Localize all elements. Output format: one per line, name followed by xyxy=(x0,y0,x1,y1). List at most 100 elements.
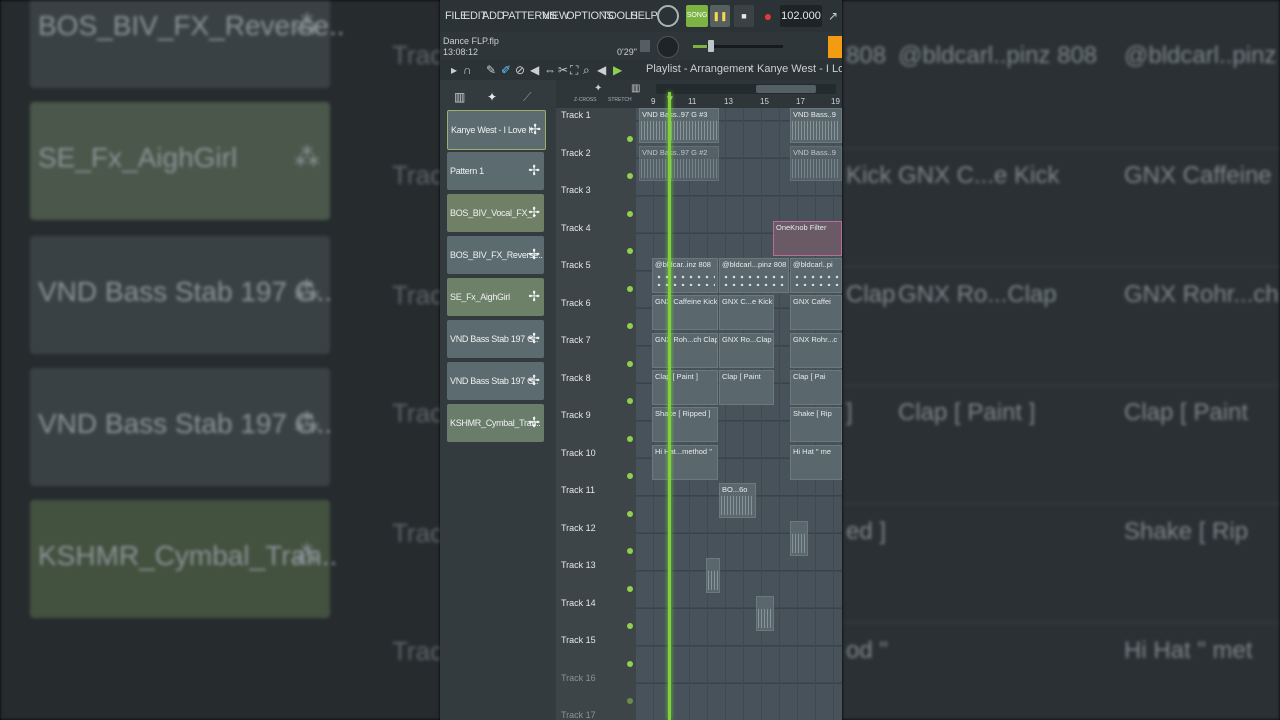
pattern-item[interactable]: BOS_BIV_FX_Reverse.. ✢ xyxy=(447,236,544,274)
pattern-clip[interactable]: Hi Hat " me xyxy=(790,445,842,480)
stop-icon[interactable]: ■ xyxy=(734,5,754,27)
record-icon[interactable]: ● xyxy=(758,5,778,27)
crumb-pattern[interactable]: Kanye West - I Love It xyxy=(757,63,842,75)
track-label[interactable]: Track 2 xyxy=(561,148,591,158)
audio-clip-muted[interactable]: VND Bass..97 G #2 xyxy=(639,146,719,181)
audio-clip[interactable] xyxy=(706,558,720,593)
pattern-clip[interactable]: Clap [ Paint xyxy=(719,370,774,405)
pause-icon[interactable]: ❚❚ xyxy=(710,5,730,27)
audio-clip-muted[interactable]: VND Bass..9 xyxy=(790,146,842,181)
select-icon[interactable]: ⛶ xyxy=(570,63,578,78)
pattern-clip[interactable]: @bldcarl...pinz 808 xyxy=(719,258,789,293)
pattern-clip[interactable]: GNX Rohr...c xyxy=(790,333,842,368)
track-enable-led[interactable] xyxy=(627,548,633,554)
track-enable-led[interactable] xyxy=(627,286,633,292)
slice-icon[interactable]: ✂ xyxy=(558,63,568,77)
pattern-clip[interactable]: Shake [ Rip xyxy=(790,407,842,442)
track-label[interactable]: Track 10 xyxy=(561,448,596,458)
pattern-item[interactable]: KSHMR_Cymbal_Tran.. ✢ xyxy=(447,404,544,442)
waveform-tool-icon[interactable]: ✦ xyxy=(594,83,602,94)
add-icon[interactable]: ✢ xyxy=(528,414,540,431)
track-label[interactable]: Track 7 xyxy=(561,335,591,345)
track-enable-led[interactable] xyxy=(627,136,633,142)
tempo-display[interactable]: 102.000 xyxy=(780,5,822,27)
track-label[interactable]: Track 1 xyxy=(561,110,591,120)
track-label[interactable]: Track 11 xyxy=(561,485,595,495)
audio-clip[interactable]: BO...6o xyxy=(719,483,756,518)
track-enable-led[interactable] xyxy=(627,661,633,667)
magnet-icon[interactable]: ∩ xyxy=(463,63,472,77)
pattern-item[interactable]: VND Bass Stab 197 G.. ✢ xyxy=(447,320,544,358)
pattern-clip[interactable]: GNX Caffeine Kick xyxy=(652,295,718,330)
pattern-clip[interactable]: Clap [ Pai xyxy=(790,370,842,405)
picker-pattern-icon[interactable]: ▥ xyxy=(454,90,465,104)
picker-automation-icon[interactable]: ⟋ xyxy=(523,90,531,105)
track-label[interactable]: Track 4 xyxy=(561,223,591,233)
pattern-item[interactable]: VND Bass Stab 197 G.. ✢ xyxy=(447,362,544,400)
menu-help[interactable]: HELP xyxy=(630,10,658,22)
song-mode-button[interactable]: SONG xyxy=(686,5,708,27)
grid-tool-icon[interactable]: ▥ xyxy=(631,83,640,94)
pattern-clip[interactable]: @bldcar..inz 808 xyxy=(652,258,718,293)
timeline-ruler[interactable]: Z-CROSS STRETCH ✦ ▥ 9 11 13 15 17 19 xyxy=(556,80,842,108)
track-enable-led[interactable] xyxy=(627,473,633,479)
playhead-marker-icon[interactable]: ▼ xyxy=(665,94,675,105)
audio-clip[interactable]: VND Bass..97 G #3 xyxy=(639,108,719,143)
track-enable-led[interactable] xyxy=(627,248,633,254)
pattern-clip[interactable]: GNX C...e Kick xyxy=(719,295,774,330)
pencil-icon[interactable]: ✎ xyxy=(486,63,496,77)
delete-icon[interactable]: ⊘ xyxy=(515,63,525,77)
menu-view[interactable]: VIEW xyxy=(542,10,569,22)
audio-clip[interactable]: VND Bass..9 xyxy=(790,108,842,143)
audio-clip[interactable] xyxy=(756,596,774,631)
audio-clip[interactable] xyxy=(790,521,808,556)
track-label[interactable]: Track 13 xyxy=(561,560,596,570)
add-icon[interactable]: ✢ xyxy=(529,121,541,138)
zoom-icon[interactable]: ⌕ xyxy=(583,63,590,78)
track-label[interactable]: Track 3 xyxy=(561,185,591,195)
menu-add[interactable]: ADD xyxy=(482,10,505,22)
track-label[interactable]: Track 9 xyxy=(561,410,591,420)
paint-icon[interactable]: ✐ xyxy=(501,63,511,77)
add-icon[interactable]: ✢ xyxy=(528,372,540,389)
track-enable-led[interactable] xyxy=(627,586,633,592)
pattern-clip[interactable]: Clap [ Paint ] xyxy=(652,370,718,405)
pattern-item[interactable]: BOS_BIV_Vocal_FX_.. ✢ xyxy=(447,194,544,232)
add-icon[interactable]: ✢ xyxy=(528,330,540,347)
track-enable-led[interactable] xyxy=(627,398,633,404)
track-label[interactable]: Track 6 xyxy=(561,298,591,308)
mute-icon[interactable]: ◀ xyxy=(530,63,539,77)
track-enable-led[interactable] xyxy=(627,173,633,179)
hint-knob-icon[interactable] xyxy=(657,5,679,27)
slip-icon[interactable]: ⇔ xyxy=(544,63,556,77)
pattern-clip[interactable]: GNX Ro...Clap xyxy=(719,333,774,368)
add-icon[interactable]: ✢ xyxy=(528,162,540,179)
pattern-clip[interactable]: GNX Roh...ch Clap xyxy=(652,333,718,368)
play-arrow-icon[interactable]: ▸ xyxy=(451,63,457,77)
picker-audio-icon[interactable]: ✦ xyxy=(487,90,497,104)
pattern-clip[interactable]: GNX Caffei xyxy=(790,295,842,330)
scrollbar-thumb[interactable] xyxy=(756,85,816,93)
track-enable-led[interactable] xyxy=(627,698,633,704)
pattern-item[interactable]: Pattern 1 ✢ xyxy=(447,152,544,190)
pattern-item-selected[interactable]: Kanye West - I Love It ✢ xyxy=(447,110,546,150)
track-enable-led[interactable] xyxy=(627,436,633,442)
playhead[interactable] xyxy=(668,92,671,720)
track-label[interactable]: Track 16 xyxy=(561,673,596,683)
track-enable-led[interactable] xyxy=(627,511,633,517)
automation-clip[interactable]: OneKnob Filter xyxy=(773,221,842,256)
slider-handle[interactable] xyxy=(708,40,714,52)
snap-icon[interactable]: ↗ xyxy=(828,5,842,27)
pattern-clip[interactable]: Hi Hat...method " xyxy=(652,445,718,480)
add-icon[interactable]: ✢ xyxy=(528,288,540,305)
track-label[interactable]: Track 12 xyxy=(561,523,596,533)
track-enable-led[interactable] xyxy=(627,361,633,367)
track-label[interactable]: Track 5 xyxy=(561,260,591,270)
track-label[interactable]: Track 14 xyxy=(561,598,596,608)
pattern-clip[interactable]: @bldcarl..pi xyxy=(790,258,842,293)
add-icon[interactable]: ✢ xyxy=(528,246,540,263)
track-enable-led[interactable] xyxy=(627,323,633,329)
track-enable-led[interactable] xyxy=(627,623,633,629)
pattern-item[interactable]: SE_Fx_AighGirl ✢ xyxy=(447,278,544,316)
track-label[interactable]: Track 8 xyxy=(561,373,591,383)
